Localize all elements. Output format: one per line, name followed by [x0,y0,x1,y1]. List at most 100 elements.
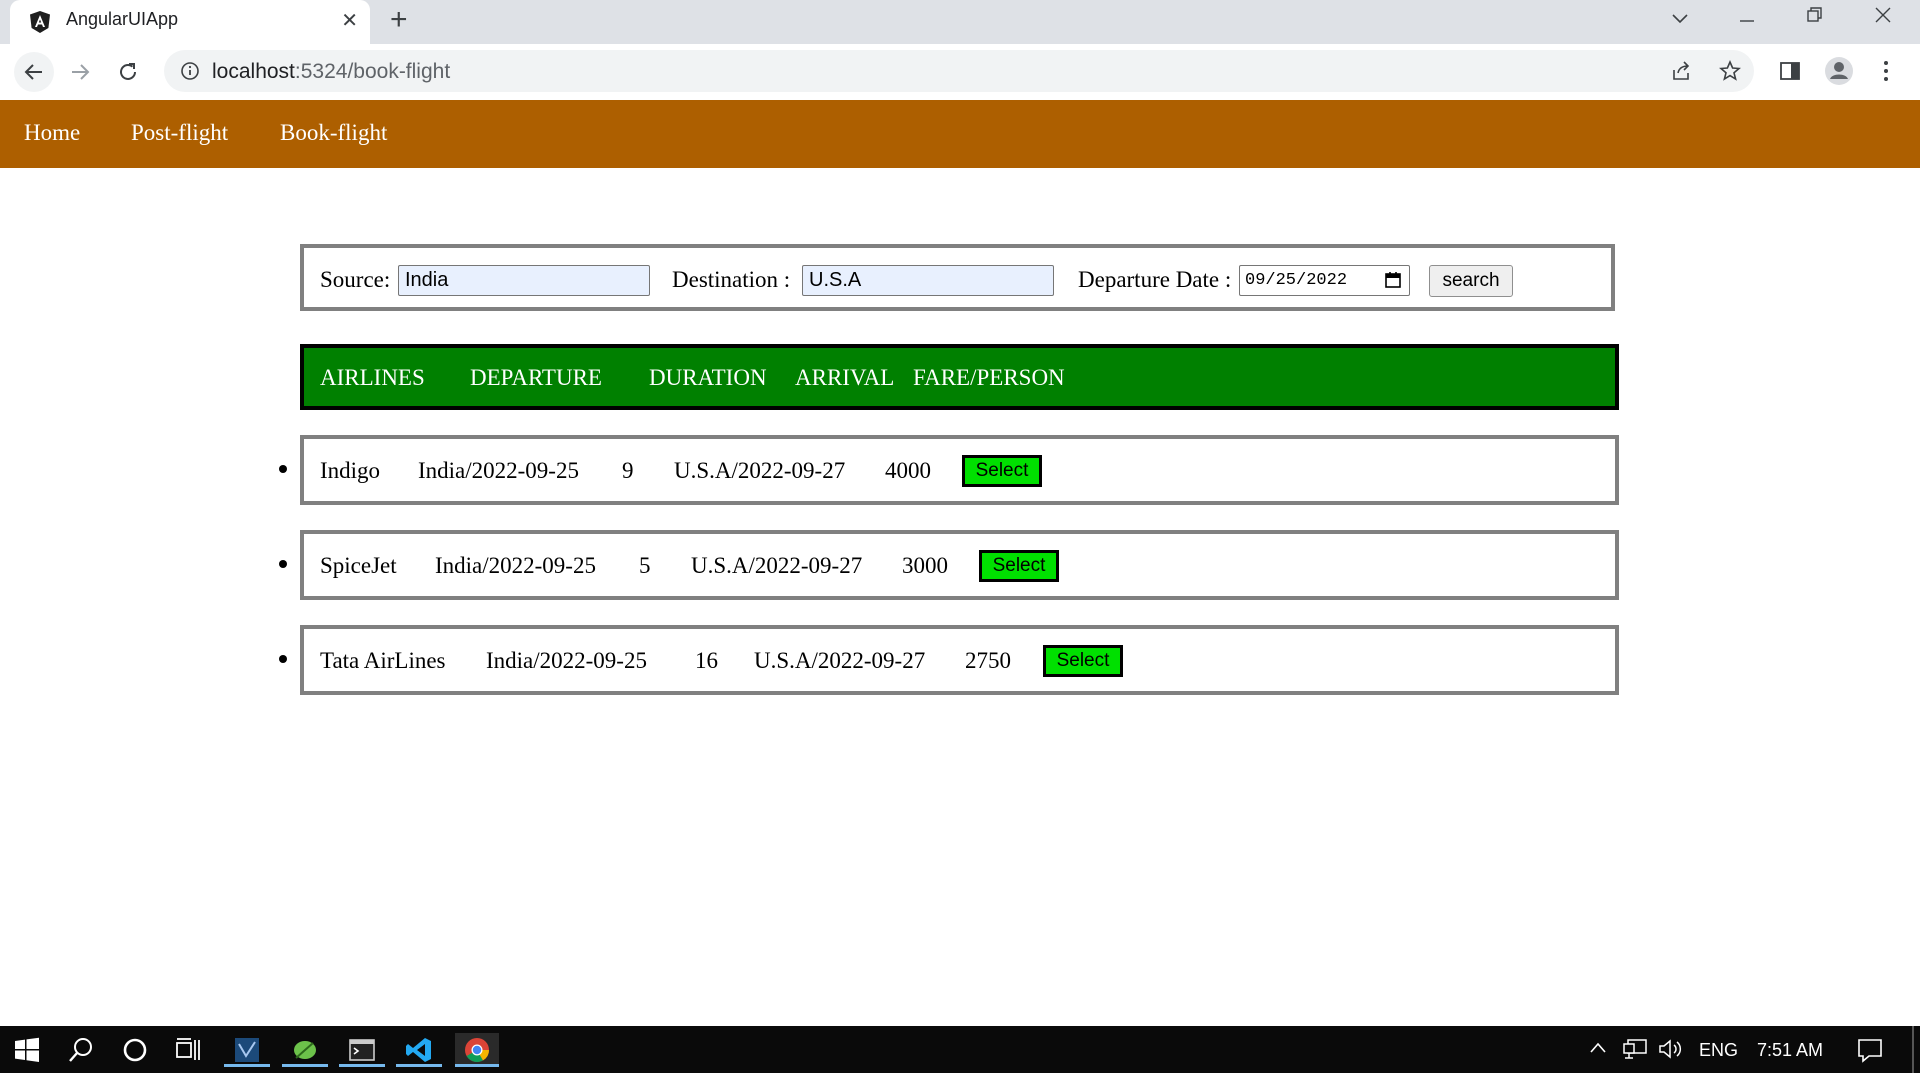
nav-post-flight-link[interactable]: Post-flight [131,120,228,146]
fare-value: 4000 [885,458,931,483]
reload-button[interactable] [110,54,146,90]
departure-info: India/2022-09-25 [435,553,596,578]
header-duration: DURATION [649,365,767,390]
running-indicator [339,1064,385,1067]
airline-name: Tata AirLines [320,648,446,673]
back-button[interactable] [14,52,54,92]
browser-tab[interactable]: AngularUIApp ✕ [10,0,370,44]
departure-date-label: Departure Date : [1078,267,1232,292]
address-bar[interactable]: localhost:5324/book-flight [164,50,1754,92]
task-view-button[interactable] [171,1033,205,1067]
arrival-info: U.S.A/2022-09-27 [691,553,863,578]
volume-icon[interactable] [1658,1038,1684,1060]
header-airlines: AIRLINES [320,365,425,390]
tab-search-chevron-icon[interactable] [1670,8,1690,28]
share-icon[interactable] [1670,60,1692,82]
browser-toolbar: localhost:5324/book-flight [0,44,1920,101]
nav-home-link[interactable]: Home [24,120,80,146]
taskbar-app-leaf[interactable] [282,1033,328,1067]
bookmark-star-icon[interactable] [1718,59,1742,83]
url-host: localhost [212,60,295,83]
source-input[interactable] [398,265,650,296]
close-tab-icon[interactable]: ✕ [341,8,358,33]
list-bullet [279,465,287,473]
fare-value: 2750 [965,648,1011,673]
fare-value: 3000 [902,553,948,578]
duration-value: 5 [639,553,651,578]
reload-icon [120,63,136,80]
flight-row: SpiceJet India/2022-09-25 5 U.S.A/2022-0… [300,530,1619,600]
profile-avatar-icon[interactable] [1824,56,1854,86]
show-desktop-button[interactable] [1912,1026,1914,1073]
cortana-button[interactable] [118,1033,152,1067]
header-departure: DEPARTURE [470,365,602,390]
terminal-icon [349,1039,375,1061]
running-indicator [224,1064,270,1067]
tab-title: AngularUIApp [66,9,179,29]
running-indicator [396,1064,442,1067]
windows-taskbar: ENG 7:51 AM [0,1026,1920,1073]
leaf-app-icon [294,1041,316,1059]
browser-tab-strip: AngularUIApp ✕ + [0,0,1920,44]
destination-label: Destination : [672,267,791,292]
search-taskbar-button[interactable] [64,1033,98,1067]
taskbar-app-vscode[interactable] [396,1033,442,1067]
departure-info: India/2022-09-25 [486,648,647,673]
header-arrival: ARRIVAL [795,365,895,390]
chrome-icon [465,1038,489,1063]
forward-button[interactable] [62,54,98,90]
start-button[interactable] [10,1033,44,1067]
departure-date-value: 09/25/2022 [1245,271,1348,290]
restore-icon[interactable] [1806,6,1824,24]
arrival-info: U.S.A/2022-09-27 [674,458,846,483]
back-arrow-icon [24,64,42,80]
select-flight-button[interactable]: Select [1043,645,1123,677]
arrival-info: U.S.A/2022-09-27 [754,648,926,673]
angular-logo-icon [30,11,50,33]
show-hidden-icons-chevron-icon[interactable] [1589,1041,1607,1055]
url-path: :5324/book-flight [294,60,451,83]
network-icon[interactable] [1622,1038,1648,1060]
duration-value: 16 [695,648,718,673]
clock-time[interactable]: 7:51 AM [1757,1040,1823,1061]
running-indicator [282,1064,328,1067]
running-indicator [455,1064,499,1067]
airline-name: SpiceJet [320,553,397,578]
forward-arrow-icon [72,64,90,80]
close-window-icon[interactable] [1874,6,1892,24]
input-language-indicator[interactable]: ENG [1699,1040,1738,1061]
cortana-circle-icon [123,1038,147,1062]
taskbar-app-visual-studio[interactable] [224,1033,270,1067]
select-flight-button[interactable]: Select [979,550,1059,582]
airline-name: Indigo [320,458,381,483]
list-bullet [279,655,287,663]
list-bullet [279,560,287,568]
search-icon [69,1038,92,1062]
task-view-icon [176,1038,200,1060]
taskbar-app-chrome[interactable] [455,1033,499,1067]
flight-row: Tata AirLines India/2022-09-25 16 U.S.A/… [300,625,1619,695]
browser-menu-icon[interactable] [1876,58,1896,84]
vscode-icon [406,1038,431,1062]
source-label: Source: [320,267,391,292]
nav-book-flight-link[interactable]: Book-flight [280,120,387,146]
side-panel-icon[interactable] [1779,60,1801,82]
new-tab-button[interactable]: + [390,5,408,35]
flight-row: Indigo India/2022-09-25 9 U.S.A/2022-09-… [300,435,1619,505]
departure-date-input[interactable]: 09/25/2022 [1239,265,1410,296]
duration-value: 9 [622,458,634,483]
destination-input[interactable] [802,265,1054,296]
notifications-icon[interactable] [1857,1037,1883,1063]
search-form: Source: Destination : Departure Date : 0… [300,244,1615,311]
url-text: localhost:5324/book-flight [212,60,450,84]
taskbar-app-terminal[interactable] [339,1033,385,1067]
header-fare: FARE/PERSON [913,365,1065,390]
select-flight-button[interactable]: Select [962,455,1042,487]
windows-logo-icon [15,1037,39,1062]
calendar-icon[interactable] [1384,271,1402,289]
departure-info: India/2022-09-25 [418,458,579,483]
site-info-icon[interactable] [180,61,200,81]
search-button[interactable]: search [1429,265,1513,297]
minimize-icon[interactable] [1738,12,1756,30]
visual-studio-icon [235,1038,259,1062]
